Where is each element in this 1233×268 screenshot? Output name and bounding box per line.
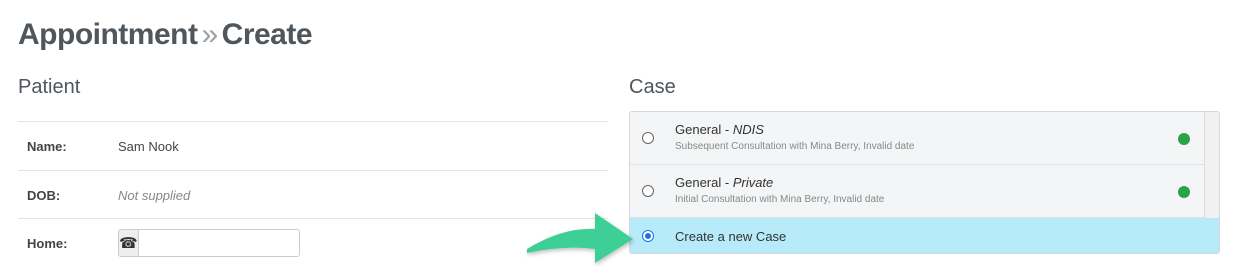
create-new-case-label: Create a new Case [675, 229, 787, 244]
dob-label: DOB: [27, 187, 61, 203]
patient-heading: Patient [18, 76, 81, 98]
dob-value: Not supplied [118, 187, 191, 203]
case-radio-private[interactable] [642, 185, 654, 197]
case-title: General - NDIS [675, 122, 764, 137]
status-dot-icon [1178, 186, 1190, 198]
case-title: General - Private [675, 175, 774, 190]
name-value: Sam Nook [118, 138, 179, 154]
home-phone-input[interactable] [138, 230, 299, 256]
case-option-general-ndis[interactable]: General - NDIS Subsequent Consultation w… [630, 112, 1206, 165]
case-radio-ndis[interactable] [642, 132, 654, 144]
case-list-scrollbar[interactable] [1204, 112, 1219, 218]
name-label: Name: [27, 138, 67, 154]
patient-home-row: Home: ☎ [18, 218, 608, 267]
case-option-create-new[interactable]: Create a new Case [630, 218, 1219, 253]
page-title-sub: Create [221, 18, 313, 51]
patient-name-row: Name: Sam Nook [18, 121, 608, 170]
case-option-general-private[interactable]: General - Private Initial Consultation w… [630, 165, 1206, 218]
case-heading: Case [629, 76, 676, 98]
case-subtitle: Initial Consultation with Mina Berry, In… [675, 194, 885, 205]
home-label: Home: [27, 235, 68, 251]
home-phone-group: ☎ [118, 229, 300, 257]
case-radio-create-new[interactable] [642, 230, 654, 242]
phone-icon: ☎ [119, 230, 139, 256]
patient-dob-row: DOB: Not supplied [18, 170, 608, 219]
page-title: Appointment» Create [18, 18, 313, 52]
case-subtitle: Subsequent Consultation with Mina Berry,… [675, 141, 915, 152]
status-dot-icon [1178, 133, 1190, 145]
page-title-main: Appointment [18, 18, 198, 51]
case-list: General - NDIS Subsequent Consultation w… [629, 111, 1220, 254]
pointer-arrow-icon [527, 213, 633, 263]
breadcrumb-separator: » [201, 18, 218, 51]
